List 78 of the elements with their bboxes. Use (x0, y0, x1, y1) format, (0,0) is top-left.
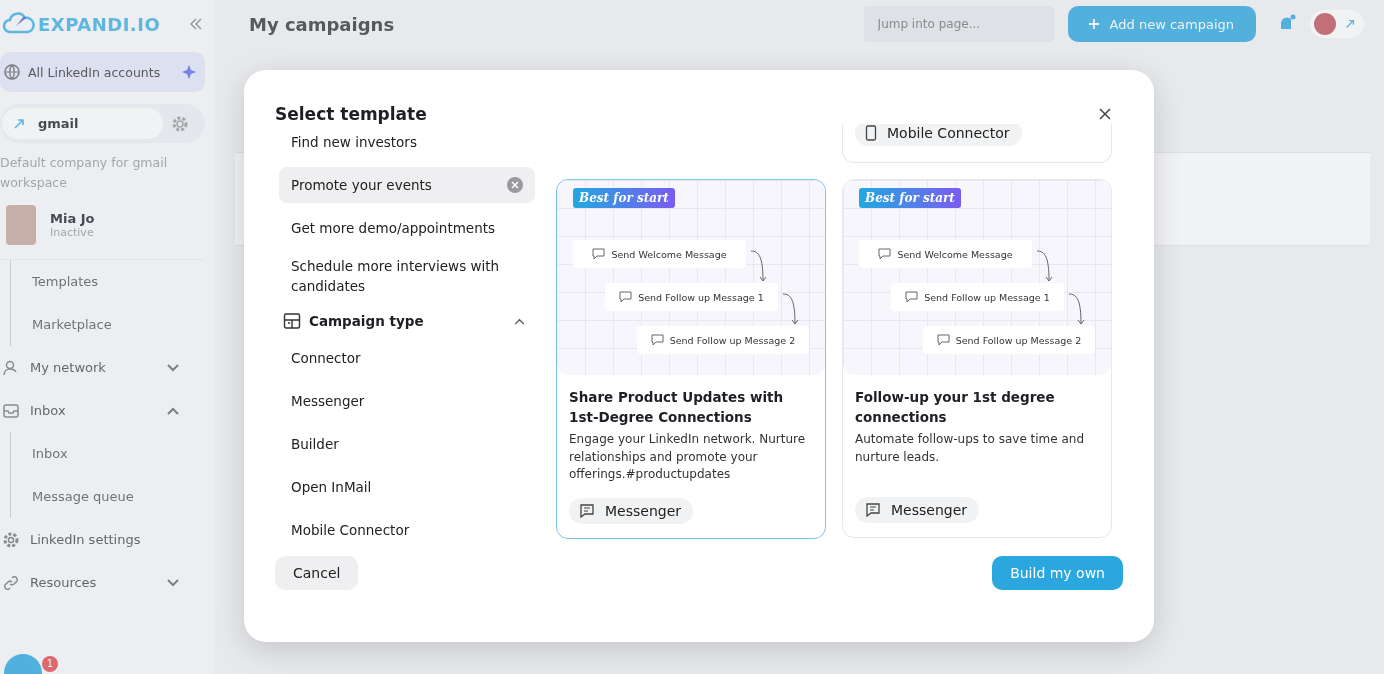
curved-arrow-icon (782, 291, 800, 327)
nav-item[interactable]: My network (0, 346, 205, 389)
chat-icon (865, 502, 881, 518)
person-icon (2, 358, 20, 377)
link-icon (12, 116, 26, 131)
nav-subitem[interactable]: Inbox (11, 432, 205, 475)
workspace-selector[interactable]: gmail (2, 108, 163, 139)
link-icon (2, 573, 20, 592)
card-description: Engage your LinkedIn network. Nurture relationships and promote your offerings.#productupdates (569, 431, 807, 483)
plus-icon (1087, 18, 1100, 30)
flow-step: Send Follow up Message 1 (891, 283, 1064, 311)
chat-icon (619, 291, 633, 303)
campaign-type-option[interactable]: Connector (279, 340, 535, 376)
avatar-placeholder (6, 205, 36, 245)
campaign-type-tag: Mobile Connector (855, 124, 1022, 146)
chat-icon (592, 248, 606, 260)
close-icon[interactable] (1099, 108, 1111, 120)
campaign-type-tag: Messenger (569, 497, 694, 524)
page-title: My campaigns (249, 13, 396, 35)
profile-menu[interactable] (1310, 10, 1364, 38)
nav-item[interactable]: Resources (0, 561, 205, 604)
clear-icon[interactable] (507, 177, 523, 193)
goal-option[interactable]: Find new investors (279, 124, 535, 160)
goal-option[interactable]: Promote your events (279, 167, 535, 203)
campaign-type-option[interactable]: Open InMail (279, 469, 535, 505)
inbox-icon (2, 401, 20, 420)
flow-step: Send Welcome Message (859, 240, 1032, 268)
workspace-description: Default company for gmail workspace (0, 154, 169, 192)
template-card[interactable]: Mobile Connector (842, 124, 1112, 163)
nav-item[interactable]: Inbox (0, 389, 205, 432)
chat-icon (650, 334, 664, 346)
template-card[interactable]: Best for start Send Welcome Message Send Follow up Message 1 Send Follow up Message 2 Follow-up your 1st degree connections Automate follow-ups to save time and nurture leads. Messenger (842, 179, 1112, 538)
chat-icon (905, 291, 919, 303)
goal-option[interactable]: Schedule more interviews with candidates (279, 253, 535, 299)
chat-icon (936, 334, 950, 346)
card-description: Automate follow-ups to save time and nurture leads. (855, 431, 1086, 466)
campaign-type-option[interactable]: Messenger (279, 383, 535, 419)
notification-count: 1 (42, 656, 58, 672)
collapse-icon[interactable] (189, 18, 203, 30)
campaign-type-option[interactable]: Mobile Connector (279, 512, 535, 548)
curved-arrow-icon (1036, 248, 1054, 284)
user-status: Inactive (50, 226, 95, 239)
flow-step: Send Welcome Message (573, 240, 746, 268)
campaign-type-option[interactable]: Builder (279, 426, 535, 462)
cancel-button[interactable]: Cancel (275, 556, 359, 590)
card-title: Follow-up your 1st degree connections (855, 388, 1056, 427)
chat-icon (878, 248, 892, 260)
section-header[interactable]: Campaign type (279, 306, 535, 340)
link-icon (1344, 18, 1356, 30)
sparkle-icon (181, 64, 197, 80)
goal-option[interactable]: Get more demo/appointments (279, 210, 535, 246)
flow-step: Send Follow up Message 2 (637, 326, 809, 354)
user-name: Mia Jo (50, 211, 95, 226)
chat-icon (579, 502, 595, 519)
nav-item[interactable]: LinkedIn settings (0, 518, 205, 561)
settings-icon (2, 530, 20, 549)
dialog-title: Select template (275, 104, 427, 124)
best-for-start-badge: Best for start (859, 188, 961, 208)
flow-step: Send Follow up Message 1 (605, 283, 778, 311)
globe-icon (4, 64, 20, 80)
settings-icon[interactable] (171, 114, 189, 133)
flow-step: Send Follow up Message 2 (923, 326, 1095, 354)
cloud-rocket-icon (2, 12, 36, 36)
layout-icon (283, 312, 301, 330)
accounts-switch[interactable]: All LinkedIn accounts (0, 52, 205, 92)
campaign-type-tag: Messenger (855, 497, 980, 523)
nav-subitem[interactable]: Templates (11, 260, 205, 303)
card-title: Share Product Updates with 1st-Degree Connections (569, 388, 785, 427)
avatar-placeholder (1314, 13, 1336, 35)
curved-arrow-icon (750, 248, 768, 284)
template-card[interactable] (556, 179, 826, 539)
user-card[interactable]: Mia Jo Inactive (0, 199, 205, 260)
nav-subitem[interactable]: Marketplace (11, 303, 205, 346)
search-field[interactable]: Jump into page... (863, 6, 1054, 42)
curved-arrow-icon (1068, 291, 1086, 327)
nav-subitem[interactable]: Message queue (11, 475, 205, 518)
phone-icon (865, 125, 877, 141)
best-for-start-badge: Best for start (573, 188, 675, 208)
